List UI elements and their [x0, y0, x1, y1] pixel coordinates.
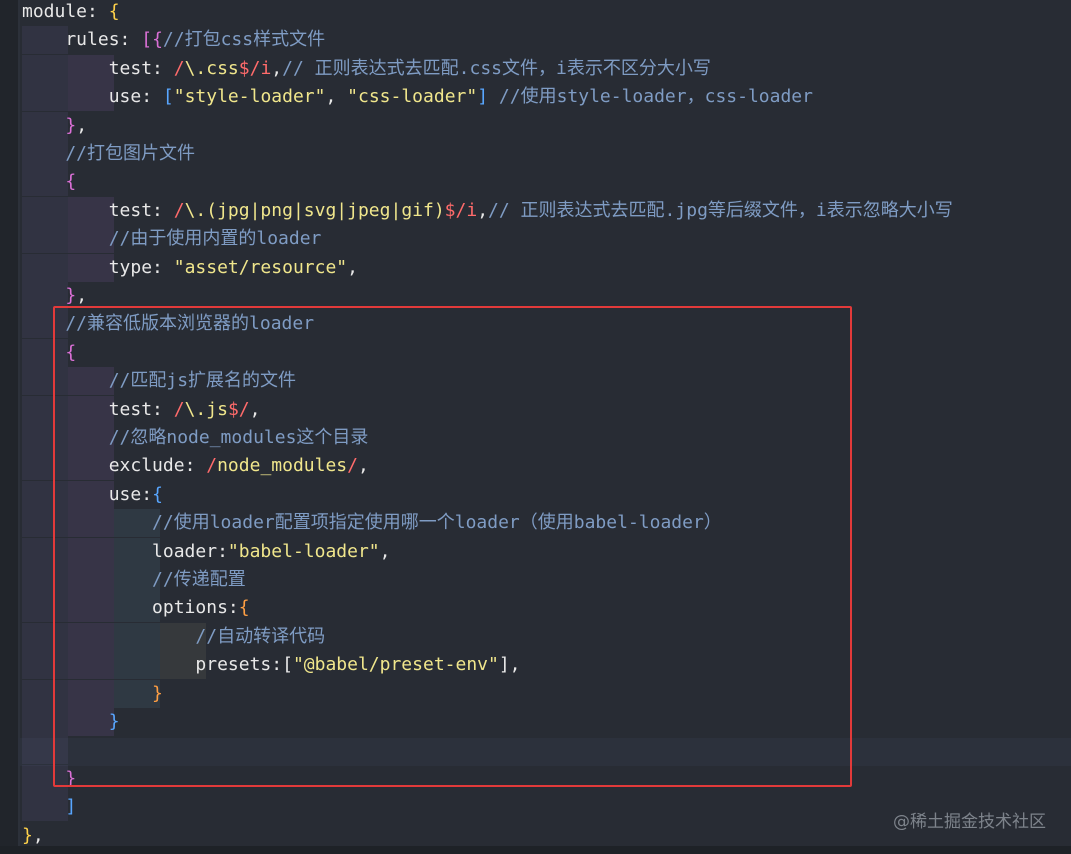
code-token: :	[87, 1, 109, 22]
code-token: }	[65, 114, 77, 136]
code-token: }	[65, 285, 77, 306]
code-token: // 正则表达式去匹配.jpg等后缀文件，i表示忽略大小写	[488, 199, 953, 221]
gutter-divider	[18, 0, 20, 854]
watermark: @稀土掘金技术社区	[893, 812, 1046, 832]
code-token: "css-loader"	[347, 86, 478, 108]
code-token: //由于使用内置的loader	[22, 228, 322, 250]
code-token: :	[152, 199, 174, 221]
code-token: ,	[76, 285, 88, 306]
code-editor[interactable]: module: { rules: [{//打包css样式文件 test: /\.…	[0, 0, 1071, 854]
editor-bottom-bar	[0, 846, 1071, 854]
code-token: [	[162, 86, 174, 108]
code-token: "style-loader"	[173, 86, 326, 108]
code-token: /i	[249, 57, 272, 79]
code-token: :	[141, 86, 163, 108]
code-token: ]	[477, 86, 499, 108]
code-token: {	[65, 171, 77, 193]
code-token: $	[444, 199, 456, 221]
code-token: ,	[32, 824, 44, 846]
code-token: \.css	[184, 57, 239, 79]
highlight-box	[53, 306, 852, 787]
code-line: test: /\.css$/i,// 正则表达式去匹配.css文件，i表示不区分…	[22, 55, 711, 83]
code-token: }	[22, 824, 33, 846]
code-token: /i	[455, 199, 478, 221]
code-token: {	[108, 1, 120, 22]
code-token: ,	[477, 199, 489, 221]
code-token: //打包css样式文件	[162, 29, 326, 51]
code-token: test	[22, 199, 153, 221]
code-line: type: "asset/resource",	[22, 254, 358, 282]
code-token: // 正则表达式去匹配.css文件，i表示不区分大小写	[282, 57, 711, 79]
code-line: test: /\.(jpg|png|svg|jpeg|gif)$/i,// 正则…	[22, 197, 953, 225]
code-token: :	[152, 256, 174, 278]
code-line: {	[22, 168, 76, 196]
code-token: /	[173, 57, 185, 79]
code-token: test	[22, 57, 153, 79]
code-line: //由于使用内置的loader	[22, 225, 322, 253]
code-token: [{	[141, 29, 163, 51]
code-token: //使用style-loader，css-loader	[498, 86, 813, 108]
code-token: ,	[76, 114, 88, 136]
code-token: ,	[271, 57, 283, 79]
code-token: "asset/resource"	[173, 256, 348, 278]
code-token: type	[22, 256, 153, 278]
code-token: ]	[65, 796, 77, 818]
code-token: $	[238, 57, 250, 79]
code-token: :	[152, 57, 174, 79]
editor-gutter	[0, 0, 18, 854]
code-line: rules: [{//打包css样式文件	[22, 26, 325, 54]
code-token: rules	[22, 29, 120, 51]
code-token: /	[173, 199, 185, 221]
code-line: ]	[22, 793, 76, 821]
code-token: use	[22, 86, 142, 108]
code-token: //打包图片文件	[22, 143, 196, 164]
code-line: },	[22, 112, 87, 140]
code-line: module: {	[22, 0, 120, 26]
code-line: use: ["style-loader", "css-loader"] //使用…	[22, 83, 813, 111]
code-token: :	[119, 29, 142, 51]
code-token: module	[22, 1, 88, 22]
code-line: //打包图片文件	[22, 140, 195, 168]
code-token: \.(jpg|png|svg|jpeg|gif)	[184, 199, 445, 221]
code-token: ,	[325, 86, 348, 108]
code-token: ,	[347, 256, 358, 278]
